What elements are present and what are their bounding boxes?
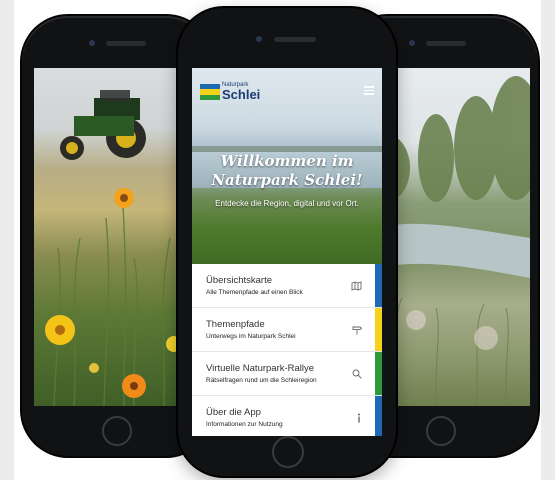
map-icon (351, 281, 362, 294)
orange-flower (122, 374, 146, 398)
menu-item-theme-trails[interactable]: Themenpfade Unterwegs im Naturpark Schle… (192, 308, 382, 352)
welcome-subtitle: Entdecke die Region, digital und vor Ort… (215, 199, 359, 208)
speaker-grille (274, 37, 316, 42)
front-camera (89, 40, 95, 46)
front-camera (256, 36, 262, 42)
left-phone-screen (34, 68, 200, 406)
accent-bar-green (375, 352, 382, 395)
field-photo (45, 90, 187, 406)
yellow-flower (114, 188, 134, 208)
tractor-image (60, 90, 146, 160)
speaker-grille (426, 41, 466, 46)
accent-bar-yellow (375, 308, 382, 351)
right-margin (541, 0, 555, 480)
yellow-flower (45, 315, 75, 345)
front-camera (409, 40, 415, 46)
main-menu: Übersichtskarte Alle Themenpfade auf ein… (192, 264, 382, 436)
hero-banner: Naturpark Schlei Willkommen im Naturpark… (192, 68, 382, 264)
signpost-icon (352, 325, 363, 338)
welcome-title: Willkommen im Naturpark Schlei! (192, 152, 382, 190)
flag-icon (200, 83, 220, 100)
home-button (426, 416, 456, 446)
home-button (272, 436, 304, 468)
app-screen: Naturpark Schlei Willkommen im Naturpark… (192, 68, 382, 436)
menu-item-overview-map[interactable]: Übersichtskarte Alle Themenpfade auf ein… (192, 264, 382, 308)
left-margin (0, 0, 14, 480)
product-mockup: Naturpark Schlei Willkommen im Naturpark… (0, 0, 555, 480)
menu-item-about-app[interactable]: Über die App Informationen zur Nutzung (192, 396, 382, 436)
welcome-title-line-1: Willkommen im (220, 152, 354, 170)
river-water (376, 223, 530, 278)
welcome-title-line-2: Naturpark Schlei! (211, 171, 363, 189)
menu-item-virtual-rally[interactable]: Virtuelle Naturpark-Rallye Rätselfragen … (192, 352, 382, 396)
search-icon (352, 369, 362, 382)
logo-title: Schlei (222, 87, 261, 102)
center-phone: Naturpark Schlei Willkommen im Naturpark… (178, 8, 396, 476)
info-icon (356, 413, 362, 426)
speaker-grille (106, 41, 146, 46)
home-button (102, 416, 132, 446)
accent-bar-blue (375, 264, 382, 307)
naturpark-logo[interactable]: Naturpark Schlei (200, 82, 260, 101)
accent-bar-blue (375, 396, 382, 436)
hamburger-menu-icon[interactable] (364, 86, 374, 97)
